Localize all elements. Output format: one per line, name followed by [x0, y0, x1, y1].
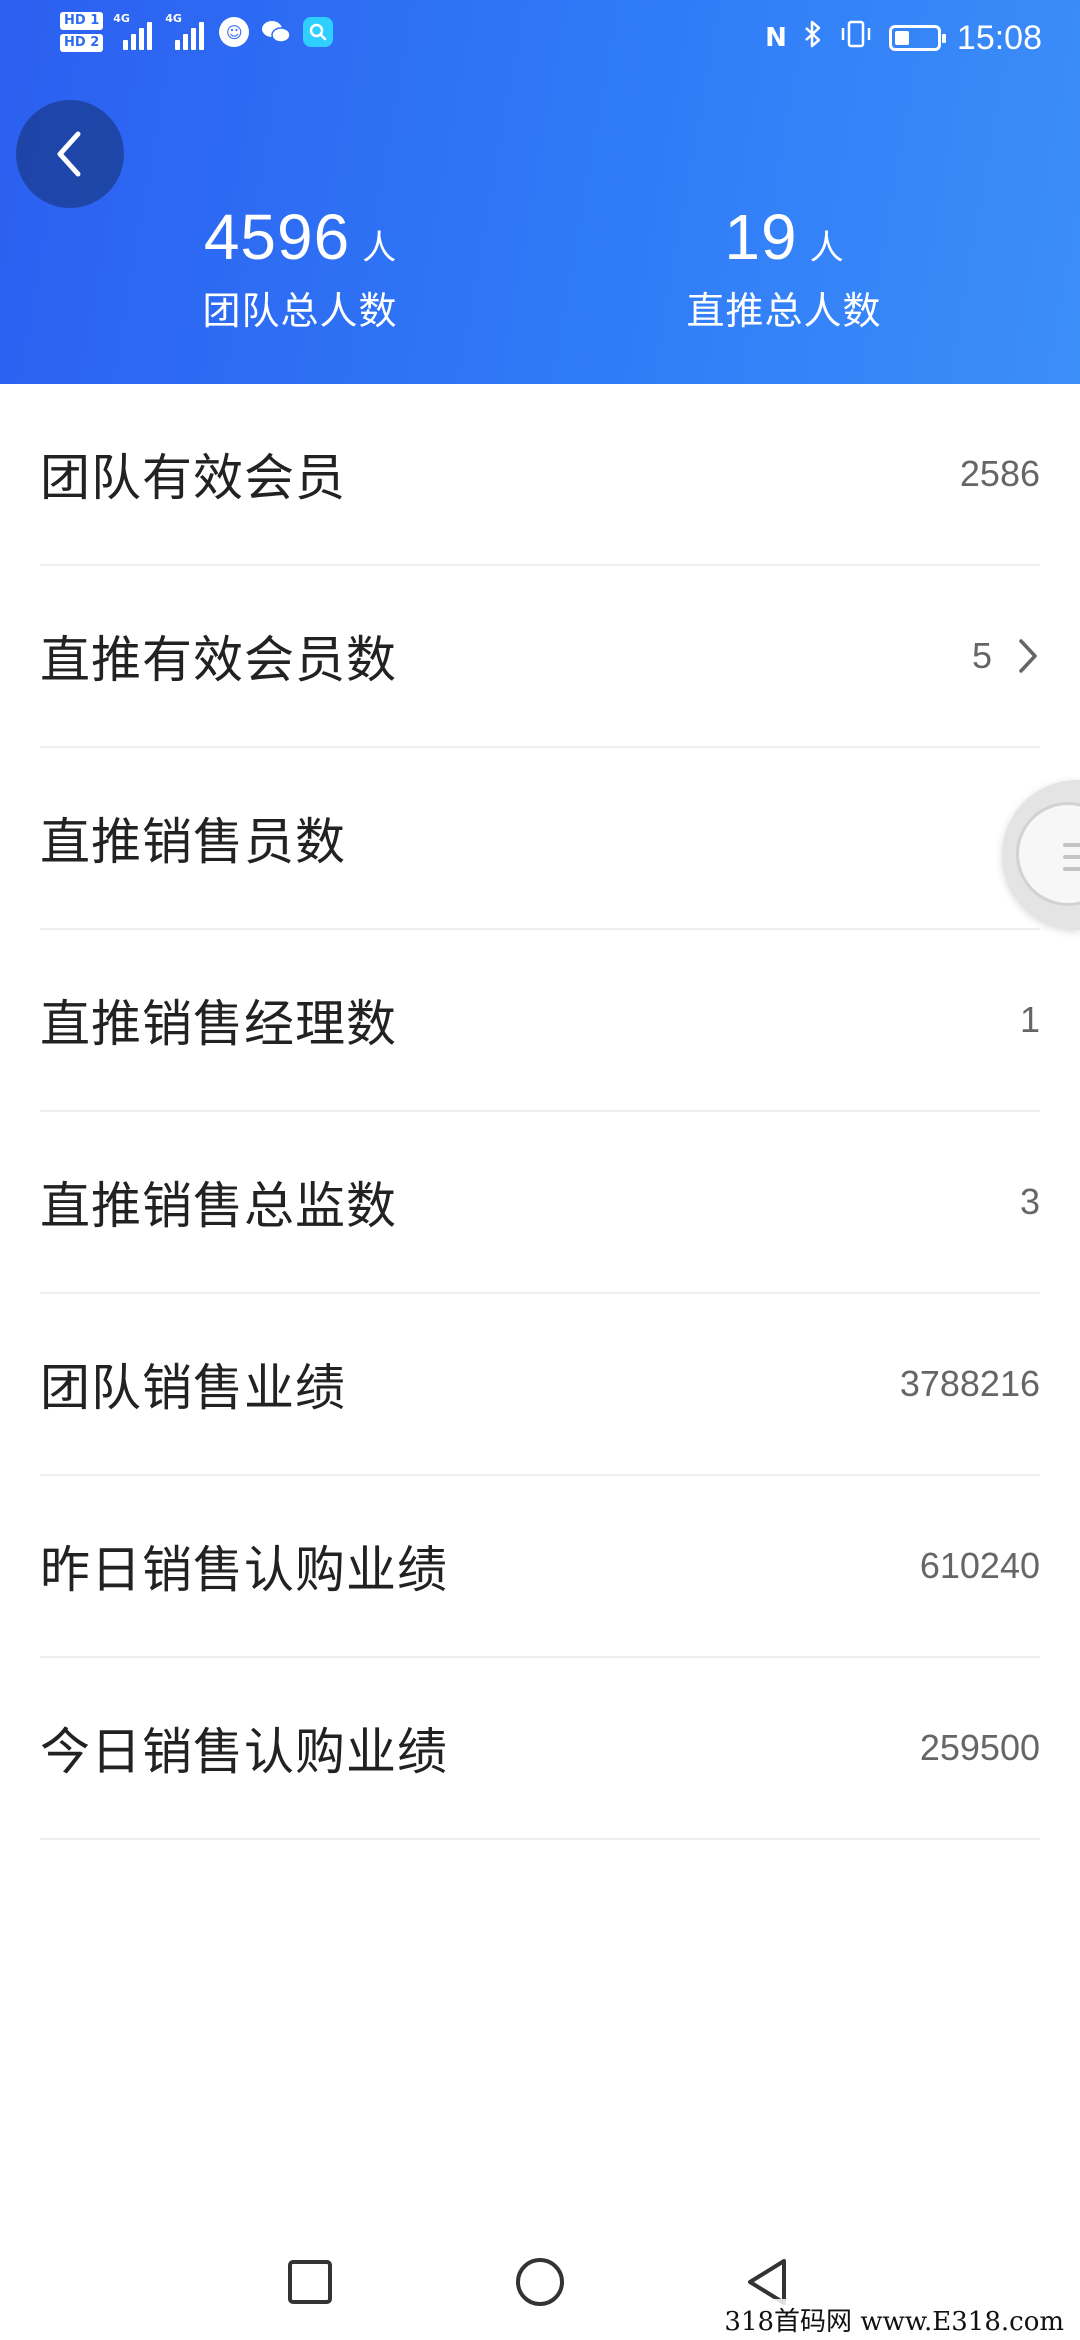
team-total-stat: 4596 人 团队总人数	[150, 200, 450, 335]
chevron-left-icon	[57, 131, 81, 177]
list-item-label: 今日销售认购业绩	[40, 1723, 448, 1781]
recents-button[interactable]	[286, 2258, 334, 2310]
list-item-team-sales-performance: 团队销售业绩 3788216	[40, 1294, 1040, 1476]
search-app-icon	[303, 17, 334, 47]
list-item-value: 259500	[919, 1727, 1040, 1768]
nfc-icon: N	[765, 23, 787, 53]
direct-total-stat: 19 人 直推总人数	[634, 200, 934, 335]
network-type-2: 4G	[165, 12, 182, 25]
list-item-direct-sales-directors: 直推销售总监数 3	[40, 1112, 1040, 1294]
list-item-today-subscription: 今日销售认购业绩 259500	[40, 1658, 1040, 1840]
watermark: 318首码网 www.E318.com	[718, 2299, 1070, 2340]
list-item-label: 直推销售总监数	[40, 1177, 397, 1235]
chat-bubble-icon	[1016, 802, 1080, 906]
signal-icon: 4G	[113, 12, 155, 50]
list-item-direct-sales-managers: 直推销售经理数 1	[40, 930, 1040, 1112]
header: HD 1 HD 2 4G 4G ☺ N 15:08 4596 人 团队总人数 1…	[0, 0, 1080, 384]
stats-list: 团队有效会员 2586 直推有效会员数 5 直推销售员数 0 直推销售经理数 1…	[0, 384, 1080, 1840]
home-button[interactable]	[514, 2256, 566, 2312]
recents-square-icon	[288, 2260, 332, 2304]
list-item-value: 5	[971, 635, 992, 676]
signal-icon: 4G	[165, 12, 207, 50]
status-time: 15:08	[956, 18, 1042, 57]
list-item-yesterday-subscription: 昨日销售认购业绩 610240	[40, 1476, 1040, 1658]
vibrate-icon	[839, 18, 873, 58]
team-total-value: 4596	[203, 201, 351, 273]
direct-total-value: 19	[724, 201, 798, 273]
list-item-value: 610240	[919, 1545, 1040, 1586]
direct-total-label: 直推总人数	[686, 289, 882, 333]
bluetooth-icon	[803, 18, 823, 58]
sim-badges: HD 1 HD 2	[60, 12, 104, 52]
status-bar: HD 1 HD 2 4G 4G ☺ N 15:08	[0, 0, 1080, 80]
team-total-label: 团队总人数	[202, 289, 398, 333]
battery-icon	[888, 25, 946, 51]
list-item-label: 直推销售员数	[40, 813, 346, 871]
back-button[interactable]	[16, 100, 124, 208]
sim2-badge: HD 2	[60, 34, 104, 52]
list-item-label: 团队有效会员	[40, 449, 346, 507]
list-item-direct-valid-members[interactable]: 直推有效会员数 5	[40, 566, 1040, 748]
status-left: HD 1 HD 2 4G 4G ☺	[60, 12, 334, 52]
chevron-right-icon	[1019, 639, 1037, 673]
status-right: N 15:08	[765, 18, 1042, 58]
home-circle-icon	[516, 2258, 564, 2306]
list-item-team-valid-members: 团队有效会员 2586	[40, 384, 1040, 566]
list-item-value: 3788216	[899, 1363, 1040, 1404]
qq-icon: ☺	[219, 17, 250, 47]
sim1-badge: HD 1	[60, 12, 104, 30]
direct-total-unit: 人	[809, 228, 844, 268]
team-total-unit: 人	[362, 228, 397, 268]
list-item-value: 1	[1019, 999, 1040, 1040]
list-item-label: 直推有效会员数	[40, 631, 397, 689]
list-item-label: 昨日销售认购业绩	[40, 1541, 448, 1599]
network-type-1: 4G	[113, 12, 130, 25]
list-item-value: 3	[1019, 1181, 1040, 1222]
list-item-direct-salespeople: 直推销售员数 0	[40, 748, 1040, 930]
list-item-value: 2586	[959, 453, 1040, 494]
list-item-label: 团队销售业绩	[40, 1359, 346, 1417]
list-item-label: 直推销售经理数	[40, 995, 397, 1053]
wechat-icon	[261, 17, 291, 47]
